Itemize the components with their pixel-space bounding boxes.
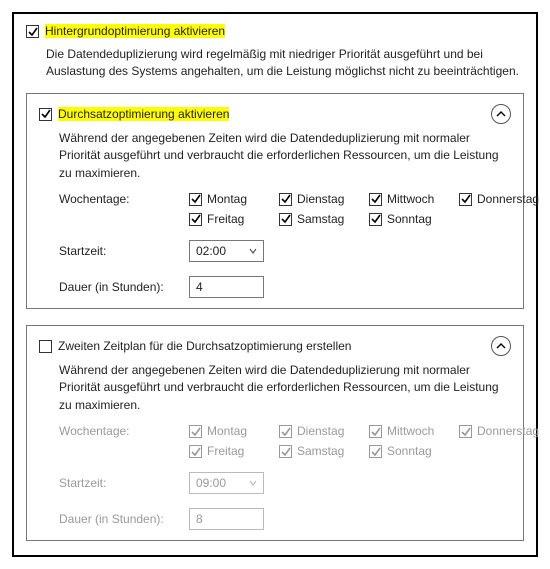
background-opt-description: Die Datendeduplizierung wird regelmäßig … bbox=[46, 46, 524, 81]
schedule2-start-select: 09:00 bbox=[189, 472, 264, 494]
schedule2-thu-checkbox bbox=[459, 425, 472, 438]
schedule2-enable-checkbox[interactable] bbox=[39, 340, 52, 353]
schedule2-start-row: Startzeit: 09:00 bbox=[59, 472, 511, 494]
schedule2-wed-checkbox bbox=[369, 425, 382, 438]
schedule2-tue-label: Dienstag bbox=[297, 424, 344, 438]
schedule2-thu-label: Donnerstag bbox=[477, 424, 539, 438]
schedule2-sun-checkbox bbox=[369, 445, 382, 458]
schedule1-sat-label: Samstag bbox=[297, 212, 344, 226]
schedule2-body: Während der angegebenen Zeiten wird die … bbox=[39, 362, 511, 530]
background-opt-label: Hintergrundoptimierung aktivieren bbox=[45, 24, 225, 38]
schedule2-duration-row: Dauer (in Stunden): 8 bbox=[59, 508, 511, 530]
schedule1-wed-checkbox[interactable] bbox=[369, 193, 382, 206]
schedule1-start-select[interactable]: 02:00 bbox=[189, 240, 264, 262]
schedule2-sat-checkbox bbox=[279, 445, 292, 458]
schedule1-tue-checkbox[interactable] bbox=[279, 193, 292, 206]
schedule1-duration-value: 4 bbox=[196, 280, 203, 294]
schedule1-description: Während der angegebenen Zeiten wird die … bbox=[59, 130, 511, 182]
schedule2-description: Während der angegebenen Zeiten wird die … bbox=[59, 362, 511, 414]
chevron-down-icon bbox=[249, 247, 257, 255]
throughput-schedule-2-panel: Zweiten Zeitplan für die Durchsatzoptimi… bbox=[26, 325, 524, 541]
schedule2-mon-label: Montag bbox=[207, 424, 247, 438]
chevron-up-icon bbox=[496, 341, 506, 351]
background-opt-checkbox[interactable] bbox=[26, 25, 39, 38]
schedule1-start-row: Startzeit: 02:00 bbox=[59, 240, 511, 262]
schedule1-start-value: 02:00 bbox=[196, 244, 226, 258]
schedule1-weekdays-grid: Wochentage: Montag Dienstag Mittwoch Don… bbox=[59, 192, 511, 226]
schedule2-fri-checkbox bbox=[189, 445, 202, 458]
schedule2-weekdays-grid: Wochentage: Montag Dienstag Mittwoch Don… bbox=[59, 424, 511, 458]
schedule2-weekdays-label: Wochentage: bbox=[59, 424, 189, 438]
schedule1-header: Durchsatzoptimierung aktivieren bbox=[39, 104, 511, 124]
schedule1-mon-checkbox[interactable] bbox=[189, 193, 202, 206]
schedule1-thu-checkbox[interactable] bbox=[459, 193, 472, 206]
schedule2-duration-value: 8 bbox=[196, 512, 203, 526]
chevron-down-icon bbox=[249, 479, 257, 487]
schedule2-header: Zweiten Zeitplan für die Durchsatzoptimi… bbox=[39, 336, 511, 356]
schedule1-tue-label: Dienstag bbox=[297, 192, 344, 206]
schedule1-wed-label: Mittwoch bbox=[387, 192, 434, 206]
schedule1-collapse-button[interactable] bbox=[491, 104, 511, 124]
schedule2-tue-checkbox bbox=[279, 425, 292, 438]
schedule2-duration-input: 8 bbox=[189, 508, 264, 530]
schedule2-fri-label: Freitag bbox=[207, 444, 244, 458]
schedule2-mon-checkbox bbox=[189, 425, 202, 438]
schedule1-fri-label: Freitag bbox=[207, 212, 244, 226]
schedule2-sun-label: Sonntag bbox=[387, 444, 432, 458]
schedule2-duration-label: Dauer (in Stunden): bbox=[59, 512, 179, 526]
settings-frame: Hintergrundoptimierung aktivieren Die Da… bbox=[12, 12, 538, 557]
schedule2-sat-label: Samstag bbox=[297, 444, 344, 458]
schedule1-thu-label: Donnerstag bbox=[477, 192, 539, 206]
schedule1-weekdays-label: Wochentage: bbox=[59, 192, 189, 206]
throughput-schedule-1-panel: Durchsatzoptimierung aktivieren Während … bbox=[26, 93, 524, 309]
chevron-up-icon bbox=[496, 109, 506, 119]
schedule1-label: Durchsatzoptimierung aktivieren bbox=[58, 107, 229, 121]
schedule1-enable-checkbox[interactable] bbox=[39, 108, 52, 121]
schedule2-start-label: Startzeit: bbox=[59, 476, 179, 490]
schedule1-mon-label: Montag bbox=[207, 192, 247, 206]
schedule1-duration-label: Dauer (in Stunden): bbox=[59, 280, 179, 294]
schedule1-sat-checkbox[interactable] bbox=[279, 213, 292, 226]
schedule1-duration-input[interactable]: 4 bbox=[189, 276, 264, 298]
schedule2-collapse-button[interactable] bbox=[491, 336, 511, 356]
background-opt-row: Hintergrundoptimierung aktivieren bbox=[26, 24, 524, 38]
schedule1-sun-label: Sonntag bbox=[387, 212, 432, 226]
schedule2-label: Zweiten Zeitplan für die Durchsatzoptimi… bbox=[58, 339, 351, 353]
schedule1-duration-row: Dauer (in Stunden): 4 bbox=[59, 276, 511, 298]
schedule2-start-value: 09:00 bbox=[196, 476, 226, 490]
schedule1-sun-checkbox[interactable] bbox=[369, 213, 382, 226]
schedule2-wed-label: Mittwoch bbox=[387, 424, 434, 438]
schedule1-start-label: Startzeit: bbox=[59, 244, 179, 258]
schedule1-body: Während der angegebenen Zeiten wird die … bbox=[39, 130, 511, 298]
schedule1-fri-checkbox[interactable] bbox=[189, 213, 202, 226]
